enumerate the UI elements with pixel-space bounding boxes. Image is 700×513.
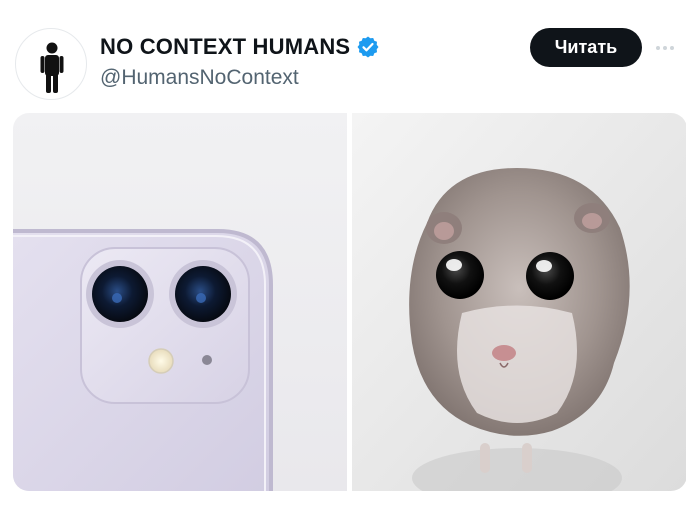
author-name-row[interactable]: NO CONTEXT HUMANS — [100, 34, 380, 60]
phone-camera-photo[interactable] — [13, 113, 347, 491]
tweet-media-grid — [13, 113, 687, 491]
hamster-photo[interactable] — [352, 113, 686, 491]
person-silhouette-icon — [40, 42, 64, 93]
follow-button[interactable]: Читать — [530, 28, 642, 67]
author-display-name[interactable]: NO CONTEXT HUMANS — [100, 34, 350, 60]
more-options-icon[interactable] — [650, 36, 680, 60]
verified-badge-icon — [356, 35, 380, 59]
profile-avatar[interactable] — [15, 28, 87, 100]
author-handle[interactable]: @HumansNoContext — [100, 66, 299, 90]
